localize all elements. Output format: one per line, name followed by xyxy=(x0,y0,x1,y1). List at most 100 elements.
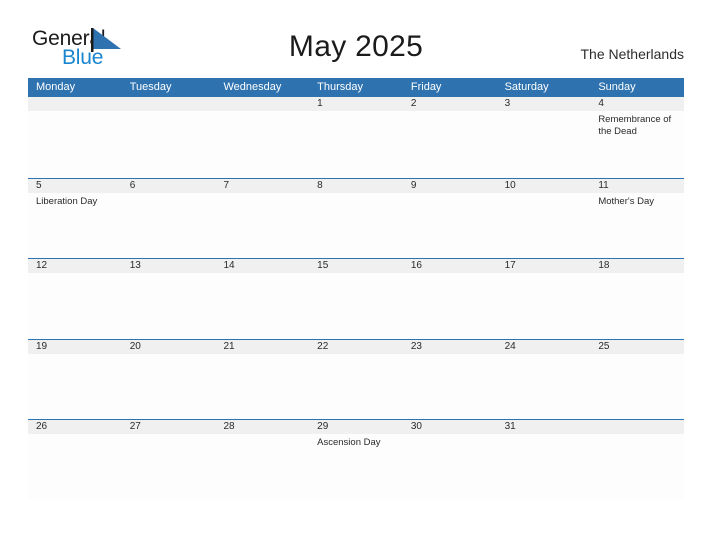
day-number: 15 xyxy=(317,260,329,271)
day-number: 18 xyxy=(598,260,610,271)
calendar-grid: Monday Tuesday Wednesday Thursday Friday Satu… xyxy=(28,78,685,500)
calendar-day-cell[interactable]: 13 xyxy=(121,259,216,339)
calendar-day-cell[interactable]: 25 xyxy=(590,339,685,419)
day-number: 6 xyxy=(129,179,136,191)
calendar-day-cell[interactable]: 3 xyxy=(496,97,591,178)
calendar-day-cell[interactable]: 23 xyxy=(402,339,497,419)
day-number-band xyxy=(215,178,310,193)
day-number: 26 xyxy=(36,421,48,432)
calendar-day-cell[interactable]: 27 xyxy=(121,420,216,500)
calendar-day-cell[interactable]: 30 xyxy=(402,420,497,500)
day-events: Remembrance of the Dead xyxy=(590,111,684,138)
day-number: 22 xyxy=(317,340,329,352)
calendar-day-cell[interactable]: 17 xyxy=(496,259,591,339)
day-number-band xyxy=(28,178,122,193)
holiday-event-label: Remembrance of the Dead xyxy=(598,114,672,137)
day-number: 1 xyxy=(317,98,323,109)
weekday-header-thursday: Thursday xyxy=(317,81,364,93)
day-number: 2 xyxy=(410,98,417,109)
day-number-band xyxy=(590,97,685,111)
calendar-week-row: 26 27 28 29 Ascension Day 30 31 xyxy=(28,419,685,500)
calendar-day-cell[interactable]: 28 xyxy=(215,420,310,500)
calendar-day-cell[interactable]: 22 xyxy=(309,339,403,419)
calendar-day-cell[interactable]: 8 xyxy=(309,178,403,258)
calendar-day-cell[interactable]: 16 xyxy=(402,259,497,339)
calendar-day-cell[interactable]: 2 xyxy=(402,97,497,178)
day-number: 7 xyxy=(223,179,229,191)
day-number: 3 xyxy=(504,98,511,109)
calendar-day-cell[interactable]: 20 xyxy=(121,339,216,419)
day-number-band xyxy=(402,97,497,111)
calendar-day-cell[interactable]: 11 Mother's Day xyxy=(590,178,685,258)
weekday-header-sunday: Sunday xyxy=(598,81,636,93)
holiday-event-label: Ascension Day xyxy=(317,437,381,448)
calendar-day-cell[interactable]: 26 xyxy=(28,420,122,500)
calendar-day-cell[interactable]: 7 xyxy=(215,178,310,258)
calendar-weeks: 1 2 3 4 Remembrance of the Dead 5 Liberation D… xyxy=(28,97,685,500)
calendar-week-row: 5 Liberation Day 6 7 8 9 10 11 Mother's Day xyxy=(28,177,685,258)
calendar-day-cell[interactable]: 4 Remembrance of the Dead xyxy=(590,97,685,178)
day-number: 23 xyxy=(410,340,422,352)
day-number-band xyxy=(590,420,685,434)
weekday-header-tuesday: Tuesday xyxy=(129,81,172,93)
day-number: 28 xyxy=(223,421,235,432)
calendar-day-cell-empty xyxy=(590,420,685,500)
day-number: 4 xyxy=(598,98,604,109)
day-number: 11 xyxy=(598,179,609,191)
day-number-band xyxy=(309,178,403,193)
day-number: 20 xyxy=(129,340,141,352)
day-number: 31 xyxy=(504,421,516,432)
day-number: 27 xyxy=(129,421,141,432)
calendar-day-cell[interactable]: 31 xyxy=(496,420,591,500)
page-header: General Blue May 2025 The Netherlands xyxy=(0,0,712,78)
day-number: 25 xyxy=(598,340,610,352)
calendar-week-row: 19 20 21 22 23 24 25 xyxy=(28,338,685,419)
calendar-day-cell[interactable]: 24 xyxy=(496,339,591,419)
calendar-day-cell[interactable]: 21 xyxy=(215,339,310,419)
calendar-day-cell[interactable]: 19 xyxy=(28,339,122,419)
calendar-day-cell-empty xyxy=(215,97,310,178)
calendar-day-cell-empty xyxy=(28,97,122,178)
weekday-header-friday: Friday xyxy=(410,81,442,93)
day-number: 24 xyxy=(504,340,516,352)
day-number: 19 xyxy=(36,340,48,352)
day-number-band xyxy=(121,178,216,193)
day-number: 5 xyxy=(36,179,42,191)
calendar-day-cell[interactable]: 18 xyxy=(590,259,685,339)
day-number: 13 xyxy=(129,260,141,271)
weekday-header-saturday: Saturday xyxy=(504,81,549,93)
day-events: Ascension Day xyxy=(309,434,403,449)
day-number-band xyxy=(309,97,403,111)
calendar-day-cell[interactable]: 10 xyxy=(496,178,591,258)
calendar-day-cell[interactable]: 12 xyxy=(28,259,122,339)
calendar-day-cell[interactable]: 15 xyxy=(309,259,403,339)
day-number: 29 xyxy=(317,421,329,432)
region-label: The Netherlands xyxy=(580,46,684,62)
holiday-event-label: Mother's Day xyxy=(598,195,654,207)
calendar-week-row: 1 2 3 4 Remembrance of the Dead xyxy=(28,97,685,178)
day-number: 9 xyxy=(410,179,417,191)
day-number: 16 xyxy=(410,260,422,271)
day-number: 30 xyxy=(410,421,422,432)
calendar-day-cell[interactable]: 1 xyxy=(309,97,403,178)
calendar-day-cell-empty xyxy=(121,97,216,178)
weekday-header-wednesday: Wednesday xyxy=(223,81,282,93)
day-number: 17 xyxy=(504,260,516,271)
day-number-band xyxy=(402,178,497,193)
day-number-band xyxy=(121,97,216,111)
calendar-day-cell[interactable]: 14 xyxy=(215,259,310,339)
calendar-day-cell[interactable]: 5 Liberation Day xyxy=(28,178,122,258)
day-number: 10 xyxy=(504,179,516,191)
calendar-day-cell[interactable]: 9 xyxy=(402,178,497,258)
day-number-band xyxy=(28,97,122,111)
day-number: 12 xyxy=(36,260,48,271)
day-number: 14 xyxy=(223,260,235,271)
calendar-day-cell[interactable]: 6 xyxy=(121,178,216,258)
day-events: Mother's Day xyxy=(590,193,684,208)
weekday-header-row: Monday Tuesday Wednesday Thursday Friday Satu… xyxy=(28,78,684,97)
calendar-day-cell[interactable]: 29 Ascension Day xyxy=(309,420,403,500)
day-number: 8 xyxy=(317,179,323,191)
day-events: Liberation Day xyxy=(28,193,122,208)
day-number-band xyxy=(496,97,591,111)
day-number: 21 xyxy=(223,340,235,352)
